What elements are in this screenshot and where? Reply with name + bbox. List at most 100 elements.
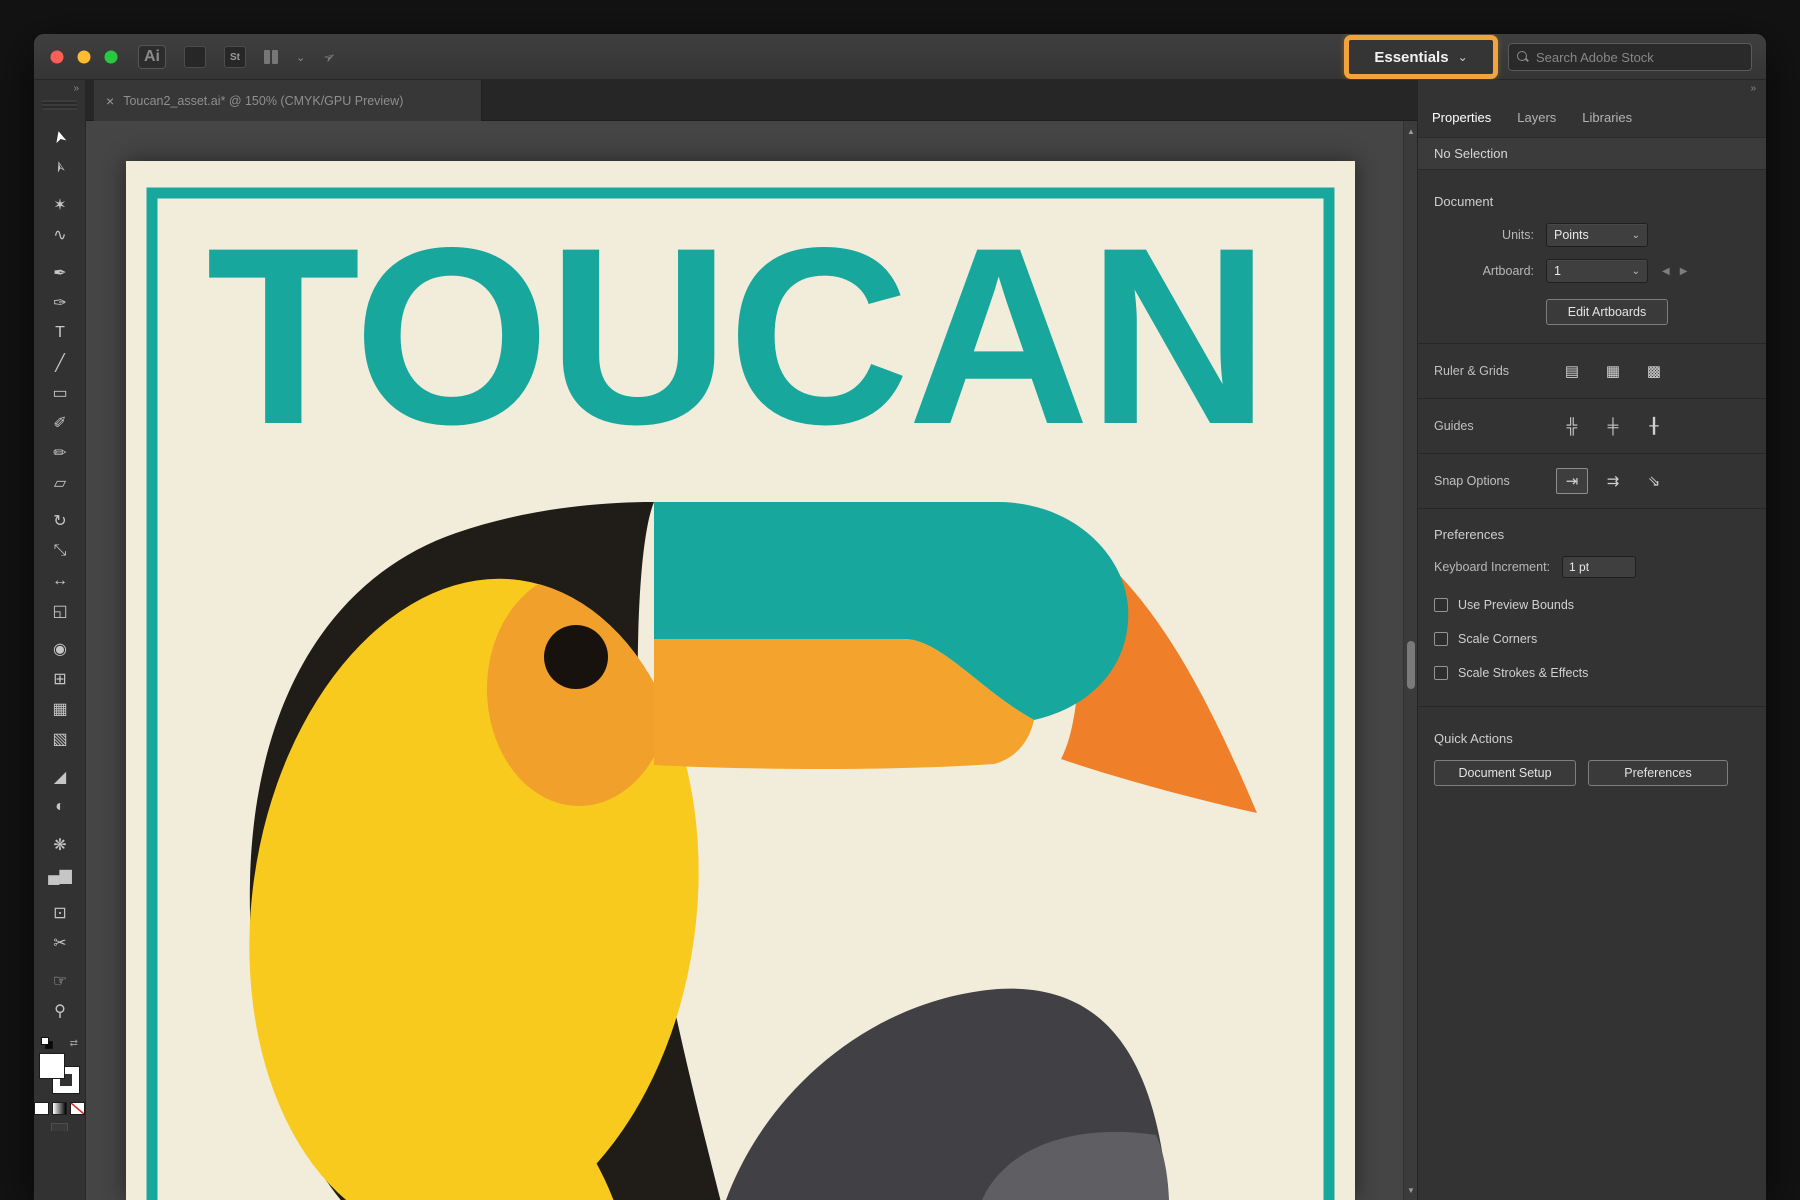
grid-icon[interactable]: ▦: [1597, 358, 1629, 384]
rotate-tool[interactable]: ↻: [34, 506, 86, 536]
blend-tool[interactable]: ◐: [34, 792, 86, 822]
symbol-sprayer-tool[interactable]: ❋: [34, 830, 86, 860]
properties-panel: » Properties Layers Libraries No Selecti…: [1417, 80, 1766, 1200]
magic-wand-tool[interactable]: ✶: [34, 190, 86, 220]
quick-actions-heading: Quick Actions: [1434, 731, 1750, 746]
scale-corners-checkbox[interactable]: [1434, 632, 1448, 646]
next-artboard-icon[interactable]: ▶: [1680, 266, 1688, 277]
poster-title: TOUCAN: [206, 196, 1267, 477]
edit-artboards-button[interactable]: Edit Artboards: [1546, 299, 1668, 325]
document-setup-button[interactable]: Document Setup: [1434, 760, 1576, 786]
search-input[interactable]: [1536, 50, 1743, 65]
scale-tool[interactable]: ⤡: [34, 536, 86, 566]
ruler-grids-row: Ruler & Grids ▤ ▦ ▩: [1418, 344, 1766, 398]
tab-libraries[interactable]: Libraries: [1582, 110, 1632, 125]
artboard-tool[interactable]: ⊡: [34, 898, 86, 928]
use-preview-bounds-checkbox[interactable]: [1434, 598, 1448, 612]
width-tool[interactable]: ↔: [34, 566, 86, 596]
tools-panel: » ➤ ➣ ✶ ∿ ✒ ✑ T ╱ ▭ ✐ ✏ ▱ ↻ ⤡ ↔ ◱ ◉ ⊞ ▦ …: [34, 80, 86, 1200]
scrollbar-thumb[interactable]: [1407, 641, 1415, 689]
paintbrush-tool[interactable]: ✐: [34, 408, 86, 438]
slice-tool[interactable]: ✂: [34, 928, 86, 958]
scroll-down-icon[interactable]: ▼: [1404, 1182, 1418, 1198]
column-graph-tool[interactable]: ▄▆: [34, 860, 86, 890]
keyboard-increment-input[interactable]: [1562, 556, 1636, 578]
search-icon: [1517, 51, 1529, 63]
snap-to-pixel-icon[interactable]: ⇘: [1638, 468, 1670, 494]
preferences-button[interactable]: Preferences: [1588, 760, 1728, 786]
arrange-documents-chevron-icon[interactable]: ⌄: [296, 51, 305, 64]
free-transform-tool[interactable]: ◱: [34, 596, 86, 626]
curvature-tool[interactable]: ✑: [34, 288, 86, 318]
default-fill-stroke-icon[interactable]: [41, 1037, 53, 1049]
lasso-tool[interactable]: ∿: [34, 220, 86, 250]
tab-layers[interactable]: Layers: [1517, 110, 1556, 125]
previous-artboard-icon[interactable]: ◀: [1662, 266, 1670, 277]
use-preview-bounds-label: Use Preview Bounds: [1458, 598, 1574, 612]
none-mode-button[interactable]: [70, 1102, 85, 1115]
selection-status: No Selection: [1418, 138, 1766, 170]
chevron-down-icon: ⌄: [1632, 230, 1640, 241]
canvas-area[interactable]: TOUCAN ▲ ▼: [86, 121, 1417, 1200]
draw-mode-button[interactable]: [51, 1123, 68, 1131]
toucan-eye: [544, 625, 608, 689]
close-document-icon[interactable]: ×: [106, 93, 114, 109]
artboard-dropdown[interactable]: 1 ⌄: [1546, 259, 1648, 283]
ruler-grids-label: Ruler & Grids: [1434, 364, 1556, 378]
panel-tabs: Properties Layers Libraries: [1418, 98, 1766, 138]
zoom-window-button[interactable]: [105, 51, 118, 64]
transparency-grid-icon[interactable]: ▩: [1638, 358, 1670, 384]
lock-guides-icon[interactable]: ╪: [1597, 413, 1629, 439]
line-segment-tool[interactable]: ╱: [34, 348, 86, 378]
document-tab-bar: × Toucan2_asset.ai* @ 150% (CMYK/GPU Pre…: [86, 80, 1417, 121]
document-tab-label: Toucan2_asset.ai* @ 150% (CMYK/GPU Previ…: [123, 94, 403, 108]
illustrator-logo-icon: Ai: [138, 45, 166, 69]
adobe-stock-icon[interactable]: St: [224, 46, 246, 68]
workspace-switcher[interactable]: Essentials ⌄: [1344, 35, 1498, 79]
collapse-panel-icon[interactable]: »: [1418, 80, 1766, 98]
snap-to-grid-icon[interactable]: ⇉: [1597, 468, 1629, 494]
shaper-tool[interactable]: ✏: [34, 438, 86, 468]
fill-color-swatch[interactable]: [39, 1053, 65, 1079]
divider: [1418, 706, 1766, 707]
snap-to-point-icon[interactable]: ⇥: [1556, 468, 1588, 494]
eyedropper-tool[interactable]: ◢: [34, 762, 86, 792]
units-value: Points: [1554, 228, 1589, 242]
mesh-tool[interactable]: ▦: [34, 694, 86, 724]
scale-strokes-effects-checkbox[interactable]: [1434, 666, 1448, 680]
rectangle-tool[interactable]: ▭: [34, 378, 86, 408]
type-tool[interactable]: T: [34, 318, 86, 348]
puppet-warp-tool[interactable]: ◉: [34, 634, 86, 664]
bridge-icon[interactable]: [184, 46, 206, 68]
eraser-tool[interactable]: ▱: [34, 468, 86, 498]
close-window-button[interactable]: [51, 51, 64, 64]
tools-grip[interactable]: [42, 100, 77, 110]
ruler-icon[interactable]: ▤: [1556, 358, 1588, 384]
color-controls: ⇄: [34, 1036, 85, 1156]
guides-icon[interactable]: ╬: [1556, 413, 1588, 439]
smart-guides-icon[interactable]: ╂: [1638, 413, 1670, 439]
guides-row: Guides ╬ ╪ ╂: [1418, 399, 1766, 453]
divider: [1418, 508, 1766, 509]
gradient-mode-button[interactable]: [52, 1102, 67, 1115]
minimize-window-button[interactable]: [78, 51, 91, 64]
units-dropdown[interactable]: Points ⌄: [1546, 223, 1648, 247]
adobe-stock-search[interactable]: [1508, 43, 1752, 71]
swap-fill-stroke-icon[interactable]: ⇄: [70, 1038, 78, 1049]
perspective-grid-tool[interactable]: ⊞: [34, 664, 86, 694]
gradient-tool[interactable]: ▧: [34, 724, 86, 754]
color-mode-button[interactable]: [34, 1102, 49, 1115]
artboard-label: Artboard:: [1434, 264, 1546, 278]
hand-tool[interactable]: ☞: [34, 966, 86, 996]
pen-tool[interactable]: ✒: [34, 258, 86, 288]
collapse-tools-icon[interactable]: »: [34, 80, 85, 98]
toucan-poster-artwork: TOUCAN: [126, 161, 1355, 1200]
canvas-vertical-scrollbar[interactable]: ▲ ▼: [1403, 121, 1417, 1200]
share-icon[interactable]: ➢: [319, 46, 339, 68]
tab-properties[interactable]: Properties: [1432, 110, 1491, 125]
zoom-tool[interactable]: ⚲: [34, 996, 86, 1026]
document-tab[interactable]: × Toucan2_asset.ai* @ 150% (CMYK/GPU Pre…: [94, 80, 482, 121]
arrange-documents-icon[interactable]: [264, 50, 278, 64]
keyboard-increment-label: Keyboard Increment:: [1434, 560, 1550, 574]
scroll-up-icon[interactable]: ▲: [1404, 123, 1418, 139]
